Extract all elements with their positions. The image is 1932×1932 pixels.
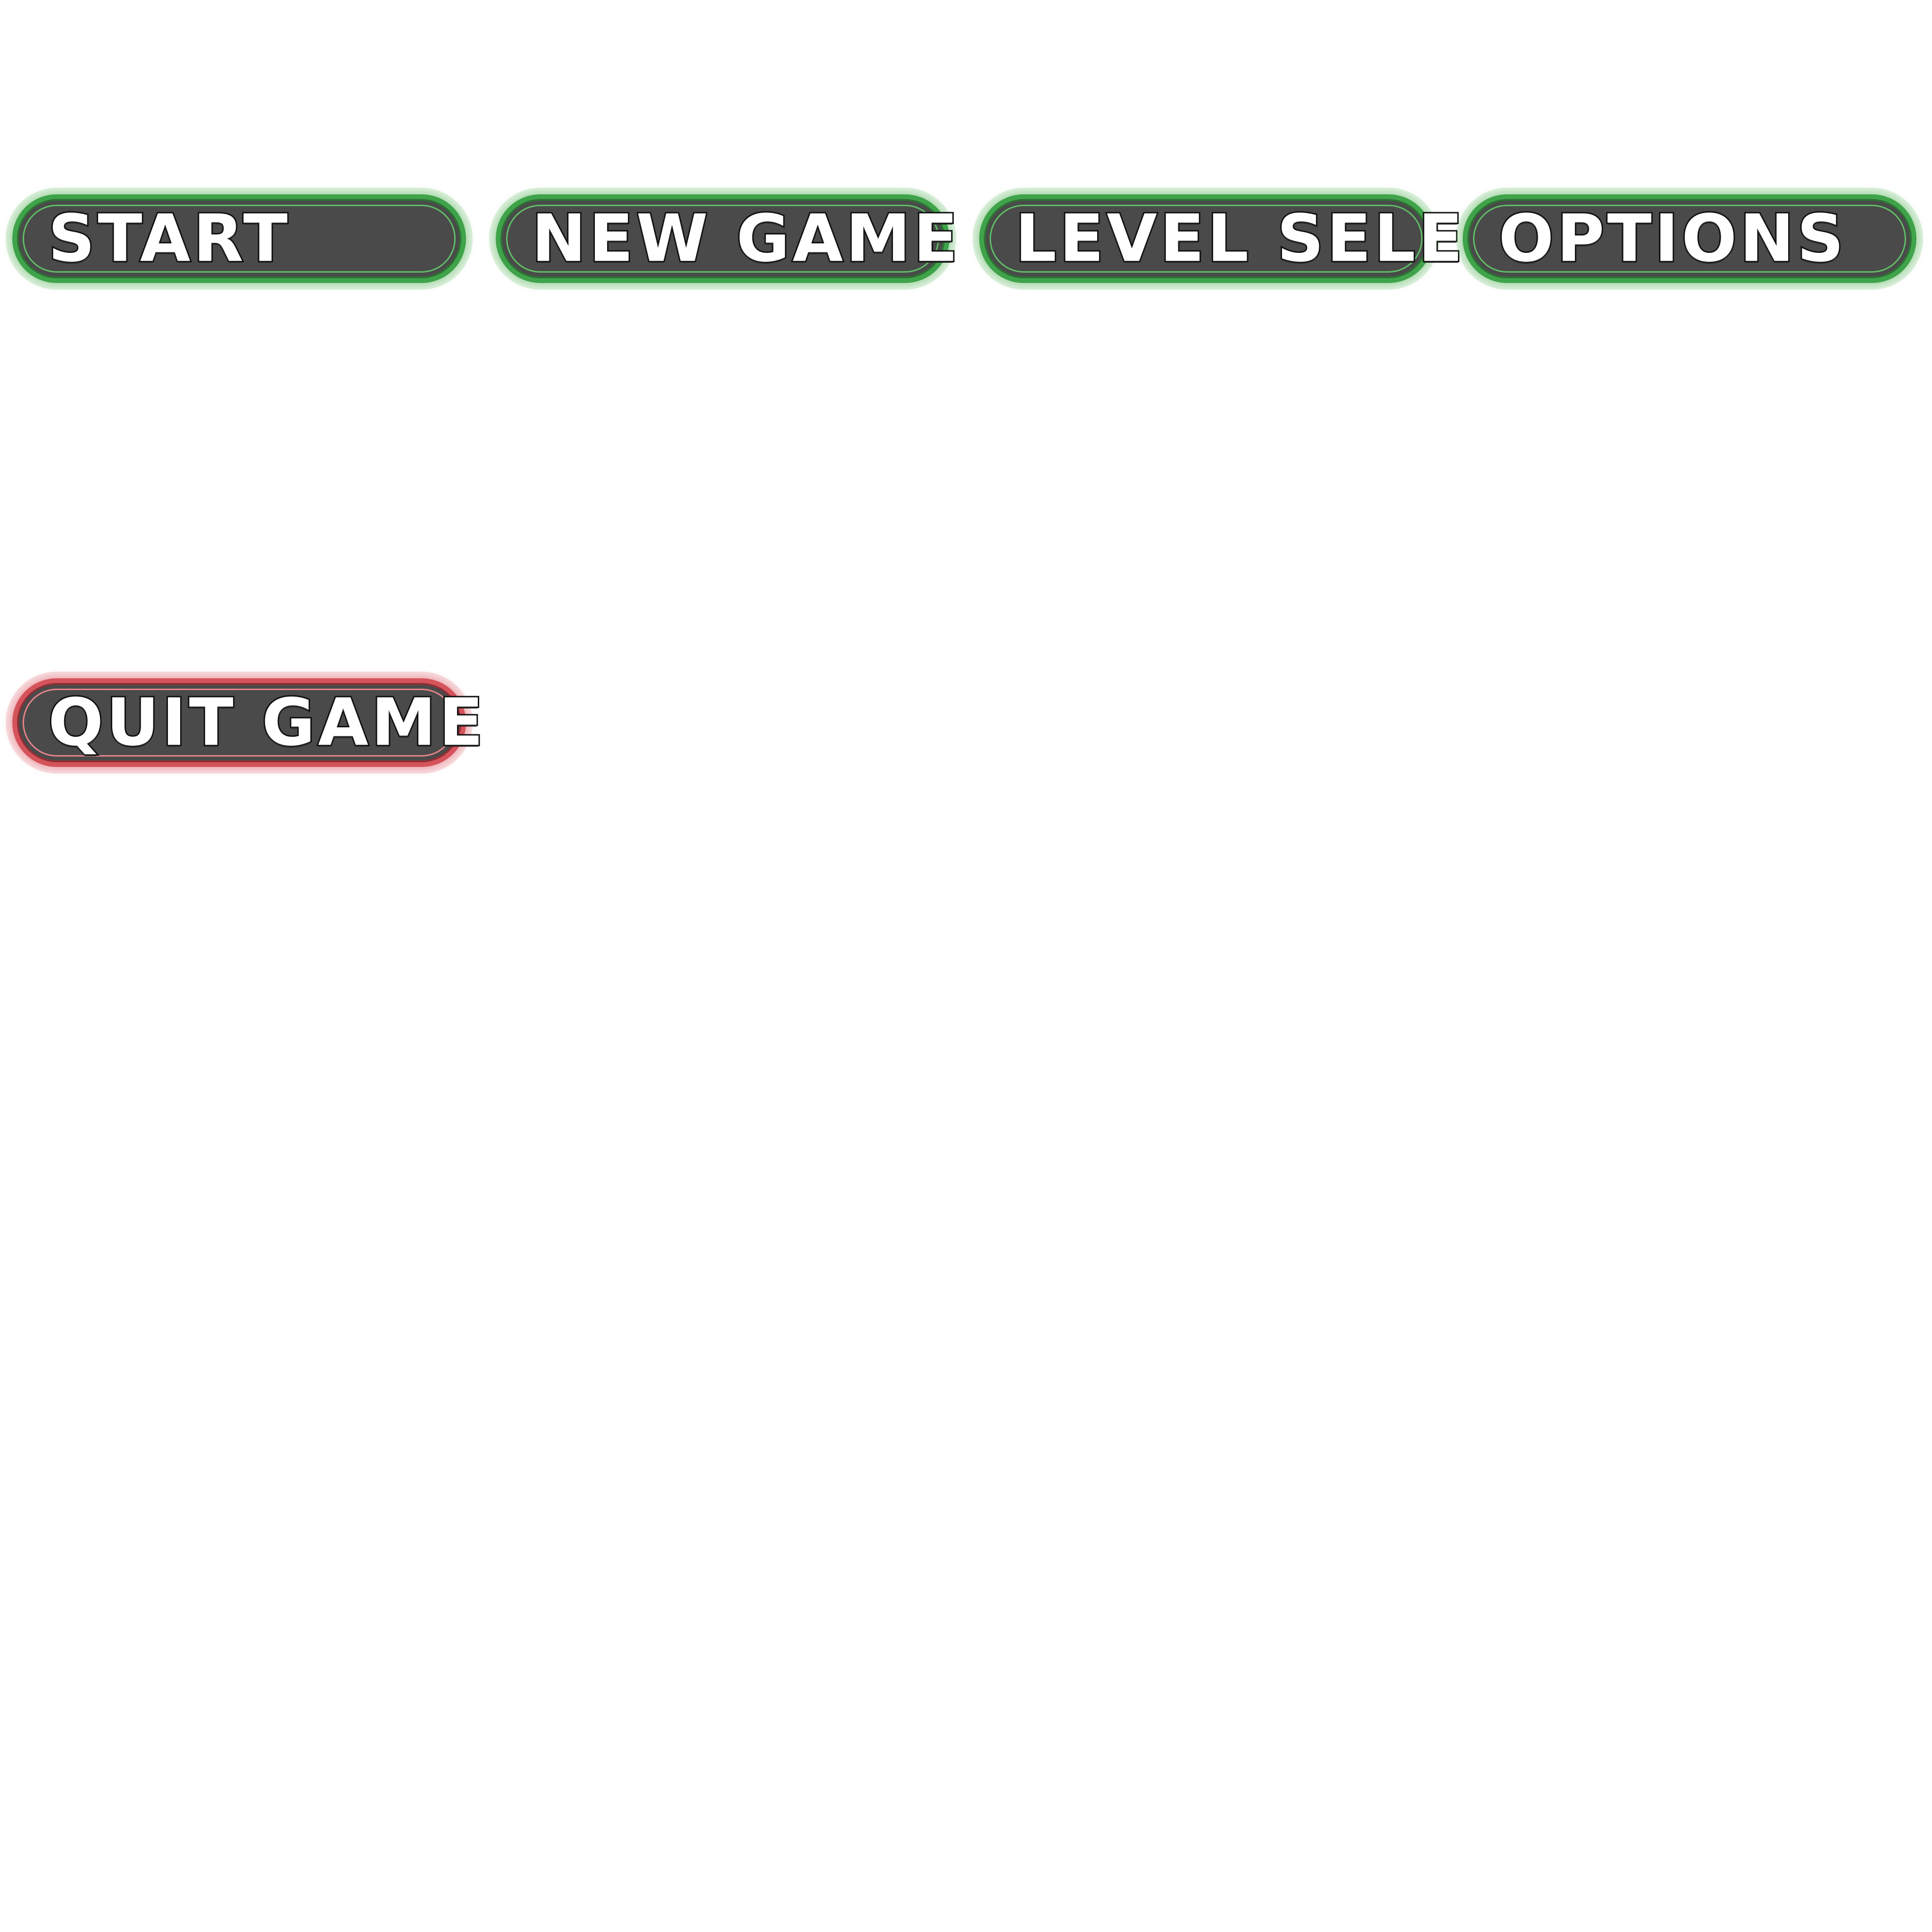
new-game-button[interactable]: NEW GAME <box>489 188 959 290</box>
options-button-frame: OPTiONS <box>1463 194 1916 283</box>
level-select-button-frame: LEVEL SELECT <box>979 194 1562 283</box>
start-button-frame: START <box>12 194 466 283</box>
quit-game-button[interactable]: QUiT GAME <box>6 672 485 774</box>
quit-game-button-label: QUiT GAME <box>47 684 486 760</box>
options-button[interactable]: OPTiONS <box>1456 188 1923 290</box>
button-sprite-sheet: START NEW GAME LEVEL SELECT OPTiONS QUiT… <box>0 0 1932 1932</box>
level-select-button[interactable]: LEVEL SELECT <box>973 188 1562 290</box>
quit-game-button-frame: QUiT GAME <box>12 678 485 767</box>
new-game-button-label: NEW GAME <box>530 200 961 276</box>
start-button[interactable]: START <box>6 188 473 290</box>
start-button-label: START <box>47 200 291 276</box>
options-button-label: OPTiONS <box>1497 200 1847 276</box>
new-game-button-frame: NEW GAME <box>496 194 959 283</box>
